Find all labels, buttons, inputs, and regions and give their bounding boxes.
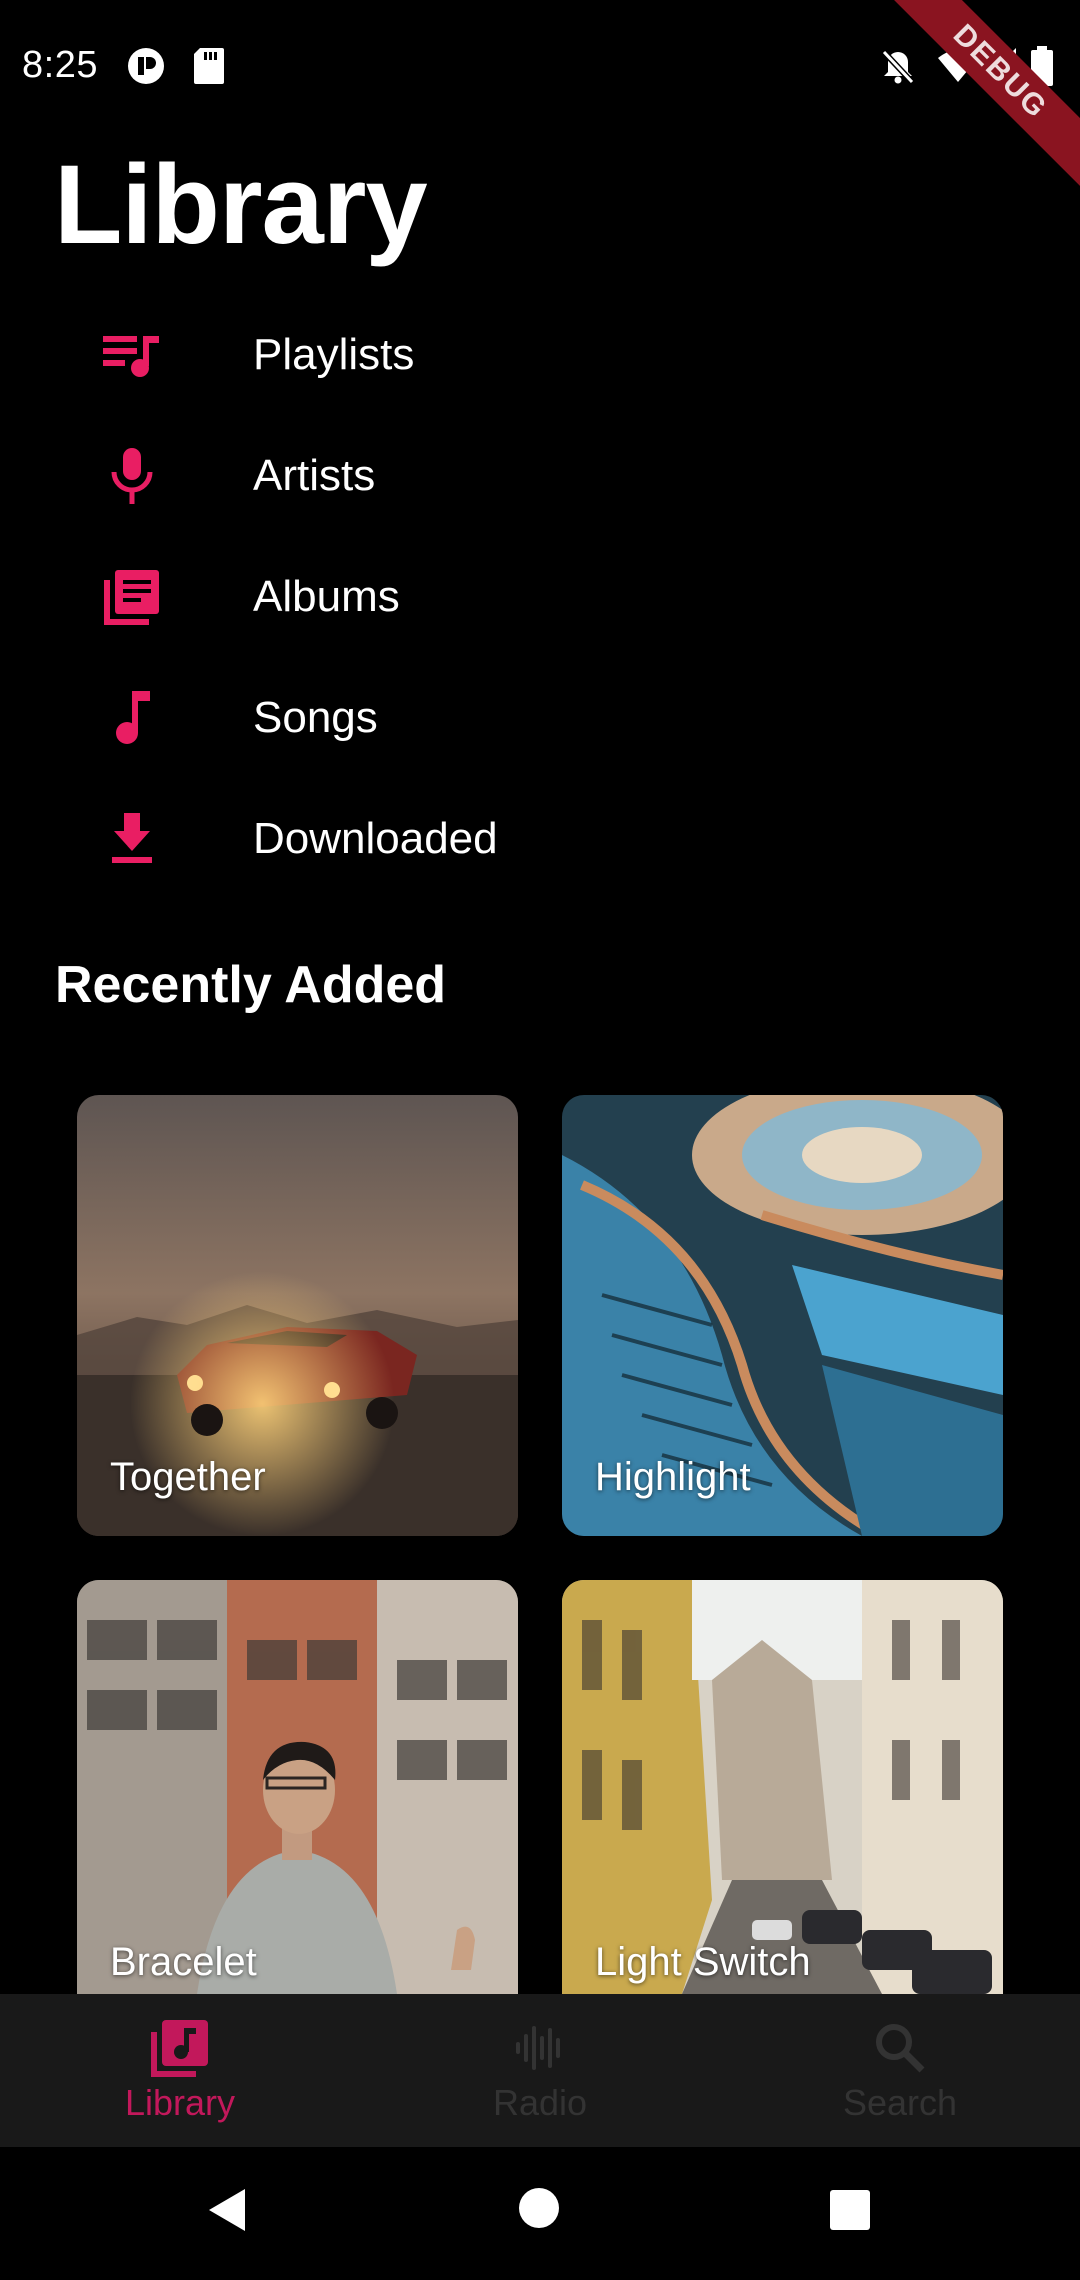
nav-item-downloaded[interactable]: Downloaded (0, 778, 1080, 899)
download-icon (100, 807, 164, 871)
debug-banner: DEBUG (876, 0, 1080, 196)
music-note-icon (100, 686, 164, 750)
album-title: Together (110, 1455, 266, 1499)
album-title: Bracelet (110, 1940, 257, 1984)
album-tile-together[interactable]: Together (77, 1095, 518, 1536)
status-bar: 8:25 DEBUG (0, 0, 1080, 196)
album-artwork (562, 1580, 1003, 1994)
home-button-icon[interactable] (518, 2187, 560, 2229)
nav-item-playlists[interactable]: Playlists (0, 294, 1080, 415)
back-button-icon[interactable] (205, 2185, 249, 2235)
notification-app-icon (128, 48, 164, 84)
tab-search[interactable]: Search (720, 1994, 1080, 2147)
recently-added-title: Recently Added (55, 956, 447, 1014)
bottom-tab-bar: Library Radio Search (0, 1994, 1080, 2147)
nav-item-artists[interactable]: Artists (0, 415, 1080, 536)
album-tile-light-switch[interactable]: Light Switch (562, 1580, 1003, 1994)
album-title: Highlight (595, 1455, 751, 1499)
radio-wave-icon (516, 2026, 560, 2070)
notifications-off-icon (881, 49, 915, 85)
library-music-icon (151, 2020, 208, 2077)
system-navigation-bar (0, 2147, 1080, 2280)
album-artwork (77, 1580, 518, 1994)
nav-item-label: Songs (253, 692, 378, 742)
library-nav-list: Playlists Artists Albums Songs Downloade… (0, 294, 1080, 899)
sd-card-icon (194, 48, 224, 84)
nav-item-songs[interactable]: Songs (0, 657, 1080, 778)
playlist-icon (100, 323, 164, 387)
recents-button-icon[interactable] (829, 2189, 871, 2231)
tab-label: Search (842, 2082, 958, 2123)
tab-radio[interactable]: Radio (360, 1994, 720, 2147)
tab-label: Radio (492, 2082, 588, 2123)
tab-library[interactable]: Library (0, 1994, 360, 2147)
nav-item-label: Playlists (253, 329, 415, 379)
nav-item-label: Downloaded (253, 813, 498, 863)
album-tile-highlight[interactable]: Highlight (562, 1095, 1003, 1536)
album-title: Light Switch (595, 1940, 811, 1984)
microphone-icon (100, 444, 164, 508)
nav-item-albums[interactable]: Albums (0, 536, 1080, 657)
page-title: Library (54, 142, 428, 267)
search-icon (876, 2024, 925, 2073)
nav-item-label: Albums (253, 571, 400, 621)
album-tile-bracelet[interactable]: Bracelet (77, 1580, 518, 1994)
album-library-icon (100, 565, 164, 629)
status-time: 8:25 (22, 44, 98, 86)
nav-item-label: Artists (253, 450, 376, 500)
tab-label: Library (124, 2082, 236, 2123)
